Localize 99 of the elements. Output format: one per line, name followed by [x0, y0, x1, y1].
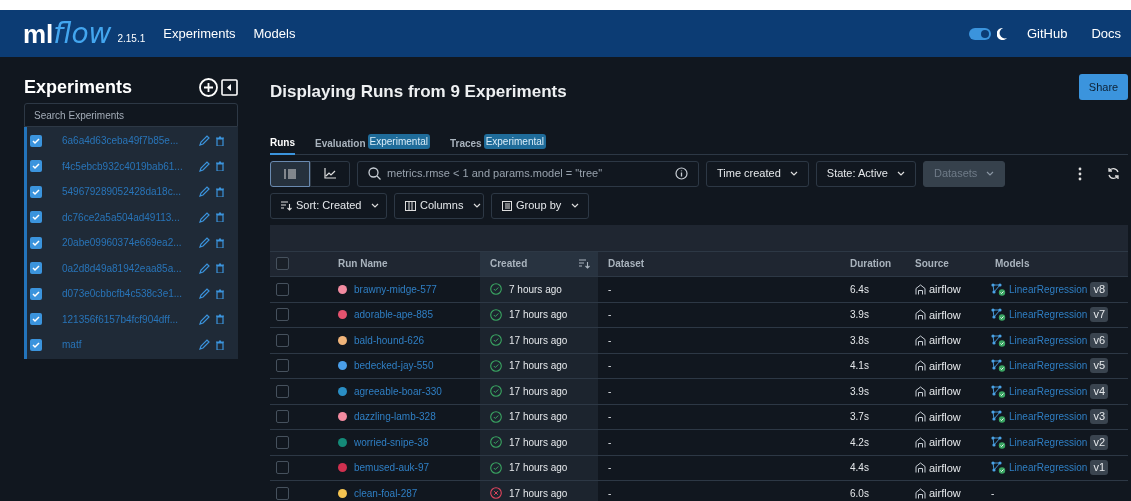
- table-cell-text: 17 hours ago: [509, 435, 568, 450]
- search-bar[interactable]: metrics.rmse < 1 and params.model = "tree": [357, 160, 699, 187]
- version-badge: v4: [1090, 383, 1108, 399]
- experiment-link[interactable]: dc76ce2a5a504ad49113...: [62, 209, 195, 225]
- filter-dropdown[interactable]: State: Active: [815, 160, 916, 187]
- table-cell: 6.4s: [850, 283, 869, 295]
- model-link[interactable]: LinearRegression: [1009, 281, 1088, 297]
- run-link[interactable]: clean-foal-287: [354, 485, 418, 501]
- model-link[interactable]: LinearRegression: [1009, 332, 1088, 348]
- group-button[interactable]: Group by: [491, 192, 589, 219]
- run-link[interactable]: dazzling-lamb-328: [354, 409, 436, 425]
- table-cell: 3.9s: [850, 385, 869, 397]
- table-cell-text: 17 hours ago: [509, 486, 568, 501]
- header-link[interactable]: GitHub: [1026, 23, 1068, 44]
- table-cell-text: 17 hours ago: [509, 359, 568, 374]
- model-link[interactable]: LinearRegression: [1009, 358, 1088, 374]
- table-cell-text: airflow: [929, 409, 961, 425]
- table-cell: -: [991, 487, 995, 499]
- table-cell-text: 7 hours ago: [509, 282, 562, 297]
- column-header[interactable]: Models: [995, 258, 1030, 270]
- tab[interactable]: Traces: [449, 135, 482, 155]
- sort-button[interactable]: Sort: Created: [270, 192, 387, 219]
- table-cell: 4.1s: [850, 360, 869, 372]
- experiment-link[interactable]: f4c5ebcb932c4019bab61...: [62, 158, 195, 174]
- experiment-link[interactable]: d073e0cbbcfb4c538c3e1...: [62, 286, 195, 302]
- experimental-badge: Experimental: [367, 133, 430, 149]
- filter-dropdown[interactable]: Time created: [706, 160, 809, 187]
- model-link[interactable]: LinearRegression: [1009, 383, 1088, 399]
- model-link[interactable]: LinearRegression: [1009, 434, 1088, 450]
- table-cell: -: [608, 283, 612, 295]
- table-cell: 3.7s: [850, 411, 869, 423]
- experiment-link[interactable]: matf: [62, 337, 195, 353]
- table-cell: 4.2s: [850, 436, 869, 448]
- table-cell-text: airflow: [929, 333, 961, 348]
- run-link[interactable]: bald-hound-626: [354, 332, 425, 348]
- experiment-link[interactable]: 549679289052428da18c...: [62, 184, 195, 200]
- column-header[interactable]: Created: [490, 256, 528, 272]
- table-cell-text: airflow: [929, 282, 961, 297]
- version-label: 2.15.1: [117, 31, 146, 46]
- run-link[interactable]: bemused-auk-97: [354, 460, 430, 476]
- model-link[interactable]: LinearRegression: [1009, 307, 1088, 323]
- model-link[interactable]: LinearRegression: [1009, 460, 1088, 476]
- nav-link[interactable]: Experiments: [163, 23, 236, 44]
- experiment-link[interactable]: 0a2d8d49a81942eaa85a...: [62, 260, 195, 276]
- column-header[interactable]: Duration: [850, 258, 892, 270]
- column-header[interactable]: Run Name: [338, 258, 388, 270]
- table-cell: -: [608, 309, 612, 321]
- table-cell-text: 17 hours ago: [509, 410, 568, 425]
- run-link[interactable]: adorable-ape-885: [354, 307, 433, 323]
- search-field[interactable]: Search Experiments: [24, 103, 238, 127]
- table-cell-text: airflow: [929, 358, 961, 374]
- table-cell-text: airflow: [929, 384, 961, 399]
- run-link[interactable]: bedecked-jay-550: [354, 358, 434, 374]
- search-input[interactable]: metrics.rmse < 1 and params.model = "tree": [387, 165, 669, 182]
- version-badge: v6: [1090, 332, 1108, 348]
- mlflow-logo[interactable]: mlflow: [23, 19, 112, 48]
- table-cell: -: [608, 462, 612, 474]
- model-link[interactable]: LinearRegression: [1009, 409, 1088, 425]
- column-header[interactable]: Source: [915, 258, 949, 270]
- table-cell: -: [608, 360, 612, 372]
- table-cell: 4.4s: [850, 462, 869, 474]
- experiment-link[interactable]: 20abe09960374e669ea2...: [62, 235, 195, 251]
- table-cell-text: airflow: [929, 486, 961, 501]
- run-link[interactable]: agreeable-boar-330: [354, 383, 442, 399]
- table-cell: -: [608, 436, 612, 448]
- table-cell-text: airflow: [929, 460, 961, 476]
- version-badge: v8: [1090, 281, 1108, 297]
- table-cell-text: 17 hours ago: [509, 384, 568, 399]
- version-badge: v5: [1090, 358, 1108, 374]
- column-header[interactable]: Dataset: [608, 258, 645, 270]
- page-title: Displaying Runs from 9 Experiments: [270, 81, 567, 103]
- sidebar-title: Experiments: [24, 75, 133, 99]
- table-cell-text: 17 hours ago: [509, 333, 568, 348]
- run-link[interactable]: worried-snipe-38: [354, 434, 429, 450]
- table-cell: -: [608, 334, 612, 346]
- columns-button[interactable]: Columns: [394, 192, 484, 219]
- table-cell-text: 17 hours ago: [509, 308, 568, 323]
- version-badge: v3: [1090, 409, 1108, 425]
- table-cell: -: [608, 411, 612, 423]
- experiment-link[interactable]: 6a6a4d63ceba49f7b85e...: [62, 133, 195, 149]
- table-cell: 3.9s: [850, 309, 869, 321]
- table-cell-text: airflow: [929, 307, 961, 323]
- table-cell-text: 17 hours ago: [509, 461, 568, 476]
- table-cell: -: [608, 487, 612, 499]
- share-button[interactable]: Share: [1079, 74, 1128, 100]
- version-badge: v1: [1090, 460, 1108, 476]
- version-badge: v2: [1090, 434, 1108, 450]
- nav-link[interactable]: Models: [253, 23, 296, 44]
- experiment-link[interactable]: 121356f6157b4fcf904dff...: [62, 311, 195, 327]
- table-cell: 3.8s: [850, 334, 869, 346]
- table-cell: 6.0s: [850, 487, 869, 499]
- experimental-badge: Experimental: [483, 133, 546, 149]
- version-badge: v7: [1090, 307, 1108, 323]
- table-cell: -: [608, 385, 612, 397]
- header-link[interactable]: Docs: [1091, 23, 1121, 44]
- tab[interactable]: Evaluation: [315, 135, 366, 155]
- run-link[interactable]: brawny-midge-577: [354, 281, 437, 297]
- table-cell-text: airflow: [929, 435, 961, 450]
- tab[interactable]: Runs: [270, 135, 295, 155]
